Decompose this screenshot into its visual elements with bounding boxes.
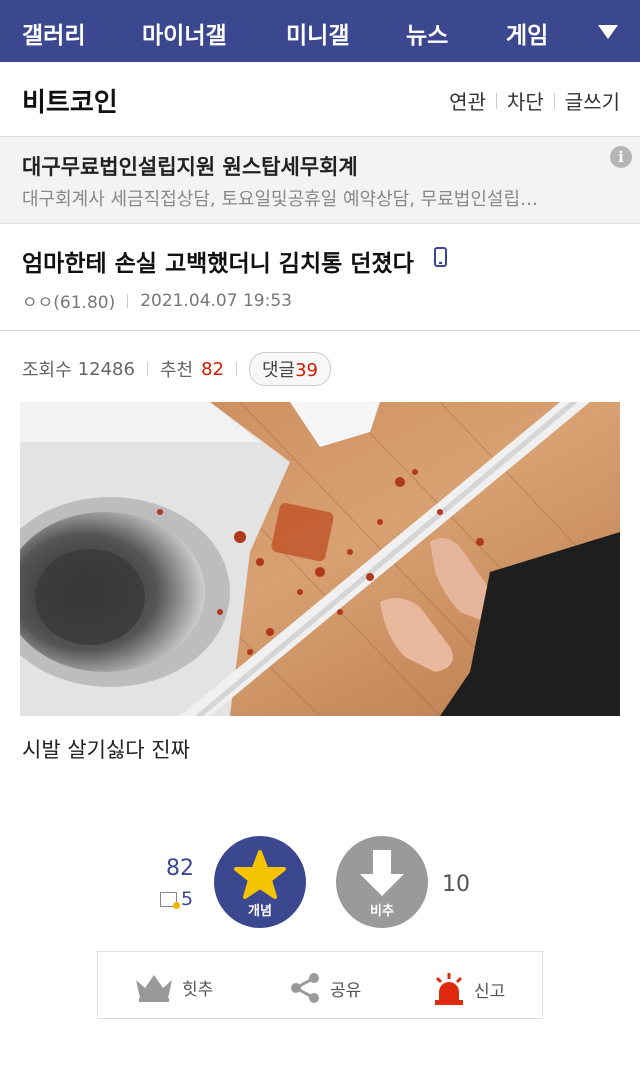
post-title: 엄마한테 손실 고백했더니 김치통 던졌다 [22,251,414,277]
nav-dropdown-icon[interactable] [598,25,618,39]
nav-minor-gallery[interactable]: 마이너갤 [142,16,227,50]
share-button[interactable]: 공유 [288,972,361,1004]
comments-label: 댓글 [261,360,296,381]
ad-banner[interactable]: 대구무료법인설립지원 원스탑세무회계 대구회계사 세금직접상담, 토요일및공휴일… [0,137,640,224]
block-link[interactable]: 차단 [507,86,544,115]
recommend-label: 추천 [159,360,194,381]
downvote-button[interactable]: 비추 [336,836,428,928]
upvote-button[interactable]: 개념 [214,836,306,928]
gallery-name[interactable]: 비트코인 [22,82,118,119]
ad-description[interactable]: 대구회계사 세금직접상담, 토요일및공휴일 예약상담, 무료법인설립… [22,185,592,211]
report-label: 신고 [474,981,506,1002]
header-divider [0,330,640,331]
downvote-label: 비추 [370,904,394,919]
fixed-user-count: 5 [160,888,193,910]
stats-divider [146,362,148,376]
post-stats: 조회수 12486 추천 82 댓글39 [22,352,332,386]
gallery-links: 연관 차단 글쓰기 [449,86,620,115]
views-count: 12486 [77,358,135,380]
post-author[interactable]: ㅇㅇ(61.80) [22,288,115,313]
related-link[interactable]: 연관 [449,86,486,115]
recommend-count: 82 [201,358,224,380]
nav-gallery[interactable]: 갤러리 [22,16,85,50]
link-divider [495,92,497,109]
nav-game[interactable]: 게임 [506,16,548,50]
upvote-count: 82 [166,856,194,881]
hit-label: 힛추 [182,979,214,1000]
link-divider [553,92,555,109]
upvote-label: 개념 [248,904,272,919]
report-button[interactable]: 신고 [432,972,505,1006]
ad-title[interactable]: 대구무료법인설립지원 원스탑세무회계 [22,151,358,181]
meta-divider [127,293,129,308]
downvote-count: 10 [442,872,470,897]
share-icon [291,973,319,1003]
share-label: 공유 [330,980,362,1001]
post-date: 2021.04.07 19:53 [140,290,292,311]
fixed-user-count-value: 5 [181,888,194,910]
top-nav: 갤러리 마이너갤 미니갤 뉴스 게임 [0,0,640,62]
gallery-header: 비트코인 연관 차단 글쓰기 [0,62,640,137]
comments-button[interactable]: 댓글39 [248,352,332,386]
action-bar: 힛추 공유 신고 [97,951,543,1019]
fixed-nick-icon [160,891,180,909]
views-label: 조회수 [22,360,72,381]
post-body: 시발 살기싫다 진짜 [22,738,190,762]
hit-button[interactable]: 힛추 [134,972,213,1002]
post-meta: ㅇㅇ(61.80) 2021.04.07 19:53 [22,288,292,314]
crown-icon [136,975,172,1002]
stats-divider [235,362,237,376]
nav-news[interactable]: 뉴스 [406,16,448,50]
nav-mini-gallery[interactable]: 미니갤 [286,16,349,50]
siren-icon [435,973,463,1005]
kitchen-floor-photo [20,402,620,716]
post-image[interactable] [20,402,620,716]
mobile-icon [434,247,447,267]
write-post-link[interactable]: 글쓰기 [565,86,620,115]
info-icon[interactable]: i [610,146,632,168]
comments-count: 39 [295,360,319,381]
